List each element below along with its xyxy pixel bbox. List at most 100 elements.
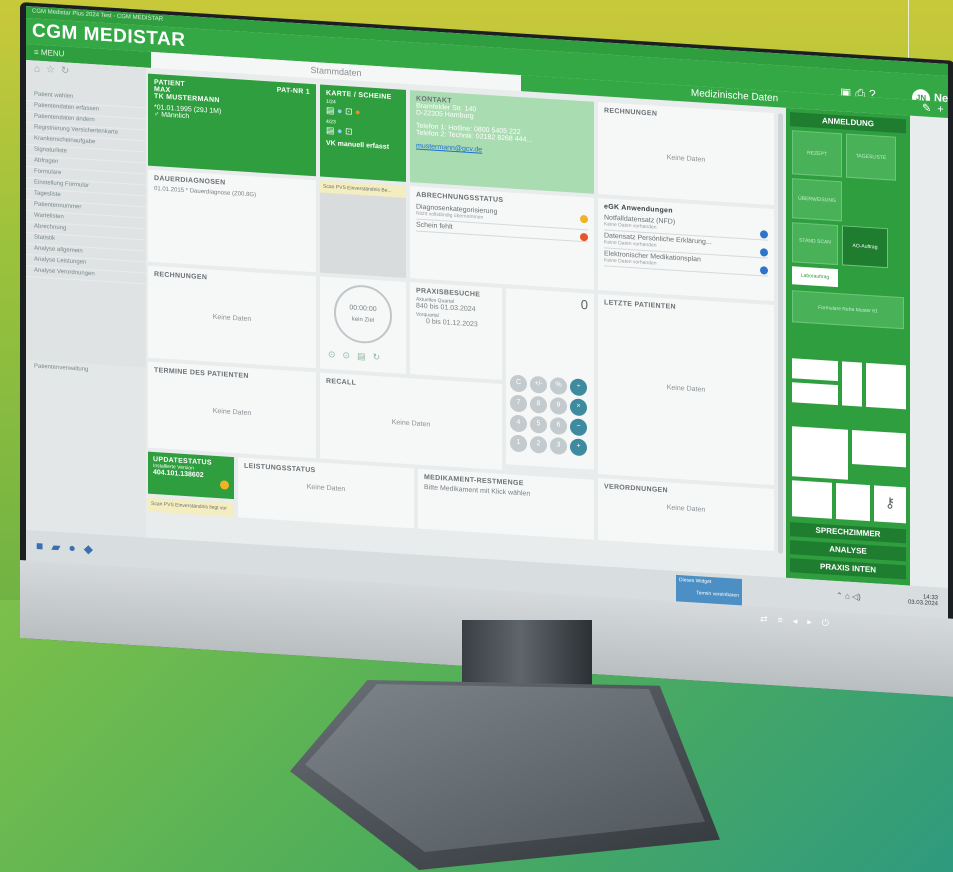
termine-header: TERMINE DES PATIENTEN (154, 367, 249, 381)
monitor-screen: CGM Medistar Plus 2024 Test - CGM MEDIST… (26, 6, 948, 625)
numpad-key[interactable]: 5 (530, 415, 547, 434)
verordnungen-tile[interactable]: VERORDNUNGEN Keine Daten (598, 477, 774, 552)
numpad-key[interactable]: 4 (510, 414, 527, 433)
scan-tile[interactable]: Scan PVS Einverständnis Be... (320, 180, 406, 278)
taskbar-apps[interactable]: ■▰●◆ (36, 539, 101, 557)
abrechnungsstatus-tile[interactable]: ABRECHNUNGSSTATUS Diagnosenkategorisieru… (410, 186, 594, 290)
karte-scheine-tile[interactable]: KARTE / SCHEINE 1/24 ▤ ● ⊡ ● 4/23 ▤ ● ⊡ … (320, 84, 406, 182)
ao-auftrag-button[interactable]: AO-Auftrag (842, 225, 888, 269)
input-icon[interactable]: ⇄ (760, 614, 778, 625)
sidebar-lower-panel: Patientenverwaltung (26, 360, 146, 538)
numpad-tile: 0 C +/- % ÷ 7 8 9 × 4 5 6 − 1 2 3 + (506, 288, 594, 470)
empty-slot-button[interactable] (842, 361, 862, 407)
minus-circle-icon[interactable] (760, 266, 768, 275)
right-action-panel: ANMELDUNG REZEPT TAGESLISTE ÜBERWEISUNG … (786, 107, 910, 586)
dauerdiagnosen-tile[interactable]: DAUERDIAGNOSEN 01.01.2015 * Dauerdiagnos… (148, 169, 316, 273)
leistungsstatus-empty: Keine Daten (306, 483, 346, 494)
minus-circle-icon[interactable] (760, 230, 768, 239)
home-icon[interactable]: ⌂ (34, 64, 46, 76)
rezept-button[interactable]: REZEPT (792, 130, 842, 178)
system-tray[interactable]: ⌃ ⌂ ◁) (836, 591, 861, 602)
numpad-key[interactable]: +/- (530, 375, 547, 394)
refresh-icon[interactable]: ↻ (61, 65, 75, 77)
rechnungen-top-tile[interactable]: RECHNUNGEN Keine Daten (598, 101, 774, 206)
numpad-key[interactable]: ÷ (570, 378, 587, 397)
add-icon[interactable]: + (937, 103, 948, 116)
laborauftrag-button[interactable]: Laborauftrag (792, 266, 838, 288)
explorer-icon[interactable]: ▰ (51, 540, 68, 555)
empty-slot-button[interactable] (866, 362, 906, 410)
timer-ring[interactable] (334, 283, 392, 346)
ueberweisung-button[interactable]: ÜBERWEISUNG (792, 178, 842, 222)
edit-icons[interactable]: ✎+ (922, 101, 948, 116)
pause-icon[interactable]: ⊙ (343, 350, 358, 361)
kontakt-tile[interactable]: KONTAKT Bramfelder Str. 140 D-22305 Hamb… (410, 90, 594, 194)
scan-icon: ⊡ (344, 106, 353, 117)
analyse-header[interactable]: ANALYSE (790, 540, 906, 562)
numpad-key[interactable]: 1 (510, 434, 527, 453)
windows-icon[interactable]: ■ (36, 539, 51, 554)
praxis-header[interactable]: PRAXIS INTEN (790, 558, 906, 580)
egk-tile[interactable]: eGK Anwendungen Notfalldatensatz (NFD) K… (598, 197, 774, 302)
numpad-key[interactable]: 2 (530, 435, 547, 454)
empty-slot-button[interactable] (792, 382, 838, 406)
numpad-key[interactable]: % (550, 376, 567, 396)
pencil-icon[interactable]: ✎ (922, 102, 937, 115)
list-icon[interactable]: ▤ (357, 351, 373, 362)
key-icon[interactable]: ⚷ (874, 485, 906, 524)
recall-empty: Keine Daten (391, 419, 431, 429)
numpad-key[interactable]: − (570, 418, 587, 437)
menu-icon[interactable]: ≡ (777, 615, 793, 626)
minus-circle-icon[interactable] (760, 248, 768, 257)
scan-bottom-label[interactable]: Scan PVS Einverständnis liegt vor (148, 497, 234, 518)
leistungsstatus-tile[interactable]: LEISTUNGSSTATUS Keine Daten (238, 457, 414, 529)
updatestatus-tile[interactable]: UPDATESTATUS Installierte Version 404.10… (148, 451, 234, 500)
numpad-key[interactable]: 9 (550, 396, 567, 416)
stand-scan-button[interactable]: STAND SCAN (792, 222, 838, 266)
numpad-key[interactable]: 8 (530, 395, 547, 414)
numpad-key[interactable]: 7 (510, 394, 527, 413)
left-arrow-icon[interactable]: ◂ (793, 616, 808, 627)
warning-icon (580, 214, 588, 224)
error-icon (580, 232, 588, 242)
browser-icon[interactable]: ● (68, 541, 83, 556)
play-icon[interactable]: ⊙ (328, 349, 343, 360)
star-icon[interactable]: ☆ (46, 64, 61, 76)
app-icon[interactable]: ◆ (84, 542, 101, 557)
clock[interactable]: 14:33 03.03.2024 (898, 593, 938, 608)
network-icon[interactable]: ⌂ (845, 592, 850, 601)
info-icon: ● (337, 125, 343, 136)
empty-slot-button[interactable] (852, 429, 906, 468)
right-arrow-icon[interactable]: ▸ (807, 617, 822, 628)
numpad-key[interactable]: 6 (550, 416, 567, 436)
volume-icon[interactable]: ◁) (852, 592, 861, 602)
empty-slot-button[interactable] (836, 482, 870, 522)
empty-slot-button[interactable] (792, 358, 838, 382)
menu-icon: ≡ (34, 47, 41, 57)
formulare-button[interactable]: Formulare Reha Muster 61 (792, 290, 904, 330)
clock-date: 03.03.2024 (907, 599, 938, 608)
chevron-up-icon[interactable]: ⌃ (836, 591, 843, 600)
anmeldung-header[interactable]: ANMELDUNG (790, 112, 906, 134)
alert-icon: ● (355, 106, 361, 118)
rechnungen-mid-tile[interactable]: RECHNUNGEN Keine Daten (148, 265, 316, 369)
numpad-key[interactable]: C (510, 374, 527, 393)
timer-tile[interactable]: 00:00:00 kein Ziel ⊙⊙▤↻ (320, 276, 406, 374)
reset-icon[interactable]: ↻ (373, 352, 388, 363)
timer-controls[interactable]: ⊙⊙▤↻ (328, 349, 387, 364)
empty-slot-button[interactable] (792, 480, 832, 519)
numpad-key[interactable]: × (570, 398, 587, 417)
tagesliste-button[interactable]: TAGESLISTE (846, 133, 896, 181)
recall-tile[interactable]: RECALL Keine Daten (320, 372, 502, 470)
patient-tile[interactable]: PATIENT PAT-NR 1 MAX TK MUSTERMANN *01.0… (148, 73, 316, 177)
termine-tile[interactable]: TERMINE DES PATIENTEN Keine Daten (148, 361, 316, 459)
sprechzimmer-header[interactable]: SPRECHZIMMER (790, 522, 906, 544)
medikament-tile[interactable]: MEDIKAMENT-RESTMENGE Bitte Medikament mi… (418, 468, 594, 540)
power-icon[interactable]: ⏻ (822, 617, 840, 628)
empty-slot-button[interactable] (792, 426, 848, 480)
letzte-patienten-tile[interactable]: LETZTE PATIENTEN Keine Daten (598, 293, 774, 486)
numpad-key[interactable]: + (570, 438, 587, 457)
praxisbesuche-tile[interactable]: PRAXISBESUCHE Aktuelles Quartal 840 bis … (410, 282, 502, 380)
main-scrollbar[interactable] (778, 113, 783, 554)
numpad-key[interactable]: 3 (550, 436, 567, 456)
